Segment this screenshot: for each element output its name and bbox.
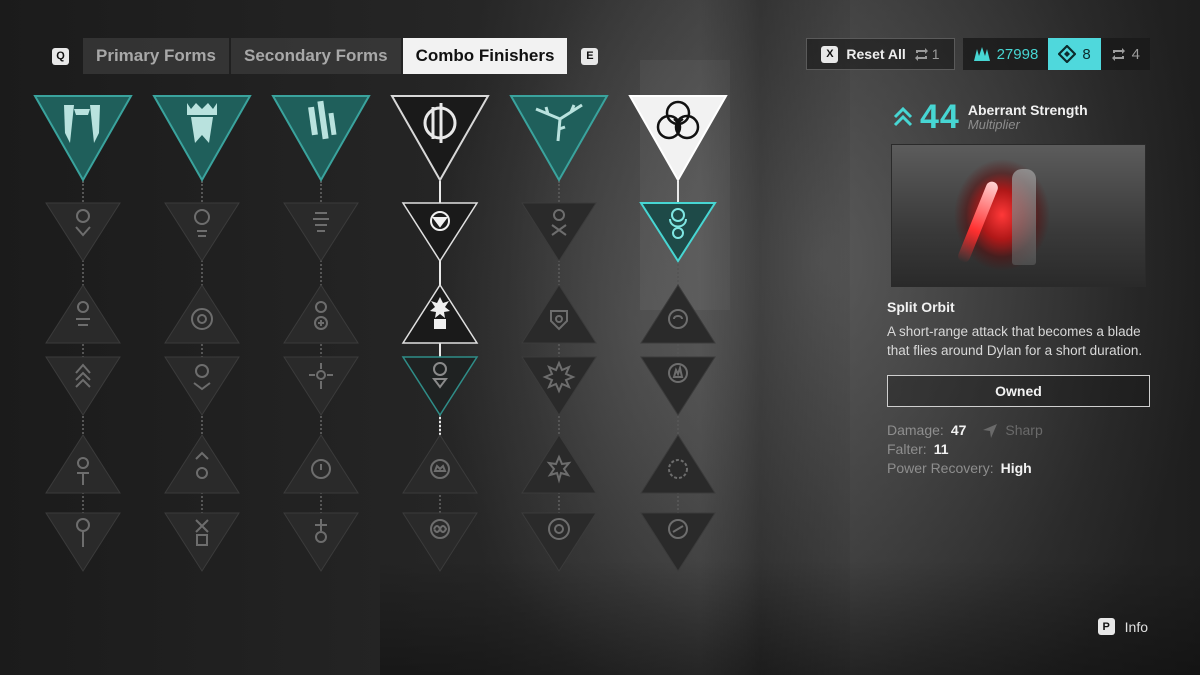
owned-button[interactable]: Owned <box>887 375 1150 407</box>
skill-tree <box>0 0 760 600</box>
upgrade-node-unlocked[interactable] <box>401 283 479 345</box>
rank-header: 44 Aberrant Strength Multiplier <box>887 98 1150 136</box>
damage-value: 47 <box>950 422 967 438</box>
upgrade-node[interactable] <box>282 355 360 417</box>
upgrade-node[interactable] <box>520 511 598 573</box>
falter-stat: Falter: 11 <box>887 440 1150 459</box>
upgrade-node[interactable] <box>520 201 598 263</box>
upgrade-node[interactable] <box>44 283 122 345</box>
finisher-node-split-orbit-selected[interactable] <box>627 93 729 183</box>
refresh-icon <box>914 47 928 61</box>
ability-preview-image <box>891 144 1146 287</box>
upgrade-node[interactable] <box>44 433 122 495</box>
info-key: P <box>1097 618 1115 635</box>
upgrade-node[interactable] <box>639 511 717 573</box>
reroll-currency: 4 <box>1100 38 1150 70</box>
reset-all-button[interactable]: X Reset All 1 <box>806 38 955 70</box>
upgrade-node[interactable] <box>44 511 122 573</box>
finisher-node-twin-fangs[interactable] <box>32 93 134 183</box>
upgrade-node[interactable] <box>282 433 360 495</box>
power-recovery-stat: Power Recovery: High <box>887 459 1150 478</box>
solid-connector <box>677 181 679 203</box>
upgrade-node[interactable] <box>163 355 241 417</box>
upgrade-node[interactable] <box>282 201 360 263</box>
shard-currency: 27998 <box>962 38 1049 70</box>
shard-amount: 27998 <box>996 45 1039 63</box>
token-diamond-icon <box>1058 45 1077 63</box>
sharp-arrow-icon <box>983 423 998 438</box>
upgrade-node[interactable] <box>520 283 598 345</box>
token-currency: 8 <box>1048 38 1101 70</box>
upgrade-node[interactable] <box>401 511 479 573</box>
token-amount: 8 <box>1082 45 1091 63</box>
finisher-node-crown-banner[interactable] <box>151 93 253 183</box>
finisher-node-slash-disc[interactable] <box>389 93 491 183</box>
shard-crown-icon <box>973 47 990 61</box>
damage-type: Sharp <box>982 421 1043 440</box>
info-hint[interactable]: P Info <box>1097 618 1148 635</box>
upgrade-node[interactable] <box>163 201 241 263</box>
ability-stats: Damage: 47 Sharp Falter: 11 Power Recove… <box>887 421 1150 478</box>
upgrade-node[interactable] <box>639 433 717 495</box>
damage-type-label: Sharp <box>1005 422 1043 438</box>
upgrade-node[interactable] <box>282 283 360 345</box>
upgrade-node-unlocked[interactable] <box>401 201 479 263</box>
finisher-node-thorn-branch[interactable] <box>508 93 610 183</box>
finisher-node-blade-bars[interactable] <box>270 93 372 183</box>
upgrade-node[interactable] <box>282 511 360 573</box>
upgrade-node[interactable] <box>520 355 598 417</box>
reset-key: X <box>821 45 839 63</box>
rank-chevron-icon <box>893 106 913 127</box>
ability-name: Split Orbit <box>887 299 955 315</box>
upgrade-node[interactable] <box>163 433 241 495</box>
rank-text: Aberrant Strength Multiplier <box>968 103 1088 131</box>
reset-label: Reset All <box>846 46 906 62</box>
rank-type: Multiplier <box>967 116 1020 132</box>
upgrade-node[interactable] <box>44 201 122 263</box>
details-panel: 44 Aberrant Strength Multiplier Split Or… <box>887 98 1150 478</box>
reset-count-value: 1 <box>931 46 940 62</box>
red-blade-effect <box>956 179 1000 265</box>
rank-name: Aberrant Strength <box>967 101 1088 118</box>
falter-value: 11 <box>933 441 949 457</box>
upgrade-node[interactable] <box>163 283 241 345</box>
character-figure <box>1012 169 1036 265</box>
top-bar: X Reset All 1 27998 8 4 <box>806 38 1150 70</box>
upgrade-node-teal[interactable] <box>401 355 479 417</box>
power-recovery-label: Power Recovery: <box>887 460 994 476</box>
rank-number: 44 <box>920 97 960 136</box>
upgrade-node[interactable] <box>163 511 241 573</box>
upgrade-node[interactable] <box>520 433 598 495</box>
reroll-icon <box>1111 47 1125 61</box>
reset-count: 1 <box>914 46 940 62</box>
upgrade-node[interactable] <box>401 433 479 495</box>
falter-label: Falter: <box>887 441 927 457</box>
power-recovery-value: High <box>1000 460 1032 476</box>
upgrade-node[interactable] <box>44 355 122 417</box>
info-label: Info <box>1124 618 1148 635</box>
damage-label: Damage: <box>887 422 944 438</box>
ability-description: A short-range attack that becomes a blad… <box>887 324 1143 358</box>
upgrade-node[interactable] <box>639 355 717 417</box>
damage-stat: Damage: 47 Sharp <box>887 421 1150 440</box>
reroll-amount: 4 <box>1131 45 1140 63</box>
upgrade-node-teal-active[interactable] <box>639 201 717 263</box>
upgrade-node[interactable] <box>639 283 717 345</box>
